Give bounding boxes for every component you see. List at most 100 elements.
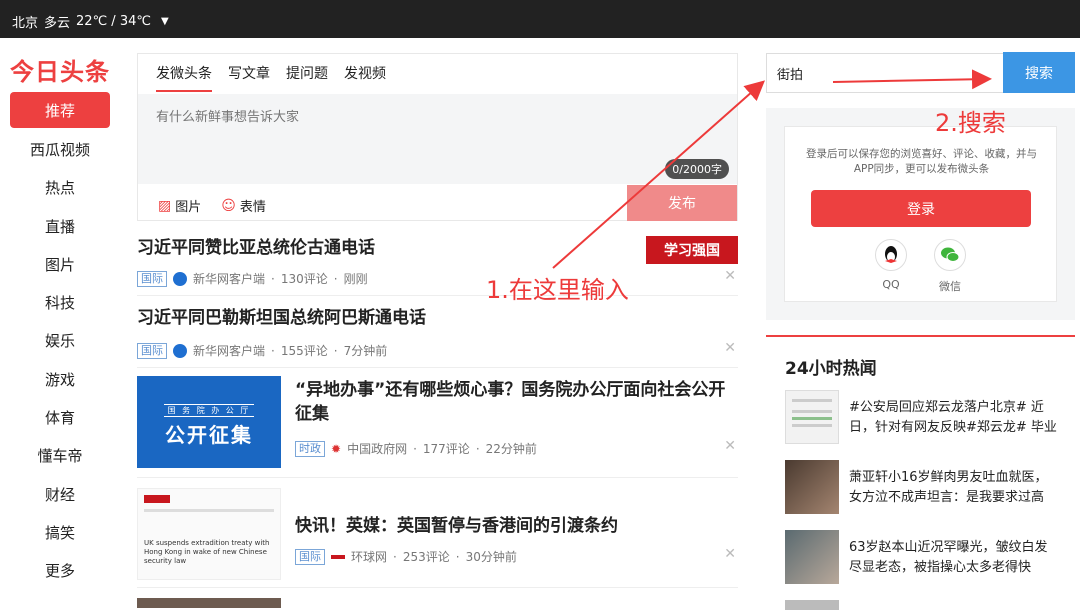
top-bar: 北京 多云 22℃ / 34℃ ▼	[0, 0, 1080, 38]
feed-item-meta: 国际 新华网客户端 · 130评论 · 刚刚	[137, 270, 368, 287]
search-input[interactable]	[766, 53, 1004, 93]
news-feed: 习近平同赞比亚总统伦古通电话 学习强国 国际 新华网客户端 · 130评论 · …	[137, 224, 738, 608]
dismiss-icon[interactable]: ✕	[724, 438, 736, 454]
tab-post-video[interactable]: 发视频	[344, 64, 386, 92]
smiley-icon: ☺	[221, 197, 236, 214]
feed-item-title[interactable]: “异地办事”还有哪些烦心事？国务院办公厅面向社会公开征集	[295, 378, 735, 426]
nav-item-live[interactable]: 直播	[10, 207, 110, 245]
hot-news-title: 24小时热闻	[785, 359, 877, 379]
nav-item-sports[interactable]: 体育	[10, 398, 110, 436]
comment-count[interactable]: 177评论	[423, 440, 470, 457]
login-prompt: 登录后可以保存您的浏览喜好、评论、收藏，并与APP同步，更可以发布微头条	[806, 148, 1037, 175]
nav-item-dongchedi[interactable]: 懂车帝	[10, 437, 110, 475]
weather-widget[interactable]: 北京 多云 22℃ / 34℃ ▼	[12, 12, 169, 31]
add-image-button[interactable]: ▨ 图片	[158, 196, 202, 216]
source-logo-icon: ✹	[331, 441, 342, 456]
login-button[interactable]: 登录	[811, 190, 1031, 227]
wechat-label: 微信	[939, 280, 961, 293]
login-card: 登录后可以保存您的浏览喜好、评论、收藏，并与APP同步，更可以发布微头条 登录 …	[784, 126, 1057, 302]
channel-nav: 推荐 西瓜视频 热点 直播 图片 科技 娱乐 游戏 体育 懂车帝 财经 搞笑 更…	[10, 92, 110, 590]
nav-item-images[interactable]: 图片	[10, 245, 110, 283]
nav-item-tech[interactable]: 科技	[10, 283, 110, 321]
feed-item[interactable]: 国 务 院 办 公 厅 公开征集 “异地办事”还有哪些烦心事？国务院办公厅面向社…	[137, 368, 738, 478]
feed-item-thumbnail[interactable]	[137, 598, 281, 608]
login-panel: 登录后可以保存您的浏览喜好、评论、收藏，并与APP同步，更可以发布微头条 登录 …	[766, 108, 1075, 320]
wechat-login-icon[interactable]	[934, 239, 966, 271]
sky-news-logo	[144, 495, 170, 503]
nav-item-games[interactable]: 游戏	[10, 360, 110, 398]
source-name[interactable]: 中国政府网	[347, 440, 407, 457]
image-icon: ▨	[158, 197, 172, 214]
qq-label: QQ	[882, 278, 900, 291]
publish-button[interactable]: 发布	[627, 185, 737, 221]
source-name[interactable]: 新华网客户端	[193, 342, 265, 359]
weather-condition: 多云	[44, 16, 71, 31]
feed-item[interactable]: UK suspends extradition treaty with Hong…	[137, 478, 738, 588]
qq-login-icon[interactable]	[875, 239, 907, 271]
nav-item-funny[interactable]: 搞笑	[10, 513, 110, 551]
hot-news-thumbnail[interactable]	[785, 460, 839, 514]
hot-news-text[interactable]: 63岁赵本山近况罕曝光，皱纹白发尽显老态，被指操心太多老得快	[849, 538, 1059, 578]
search-button[interactable]: 搜索	[1003, 52, 1075, 93]
logo[interactable]: 今日头条	[10, 52, 110, 87]
category-tag: 国际	[137, 342, 167, 359]
comment-count[interactable]: 130评论	[281, 270, 328, 287]
hot-news-text[interactable]: #公安局回应郑云龙落户北京# 近日，针对有网友反映#郑云龙# 毕业	[849, 398, 1059, 438]
annotation-step1: 1.在这里输入	[486, 276, 629, 304]
publish-time: 22分钟前	[485, 442, 537, 456]
nav-item-hot[interactable]: 热点	[10, 169, 110, 207]
composer-textarea[interactable]	[138, 94, 737, 184]
thumbnail-caption: 国 务 院 办 公 厅	[163, 404, 255, 417]
section-divider	[766, 335, 1075, 337]
thumbnail-nav-bar	[144, 509, 274, 512]
feed-item[interactable]: 习近平同赞比亚总统伦古通电话 学习强国 国际 新华网客户端 · 130评论 · …	[137, 224, 738, 296]
feed-item-title[interactable]: 快讯！英媒：英国暂停与香港间的引渡条约	[295, 514, 618, 538]
source-name[interactable]: 新华网客户端	[193, 270, 265, 287]
composer-tools: ▨ 图片 ☺ 表情	[158, 196, 266, 216]
hot-news-thumbnail[interactable]	[785, 530, 839, 584]
xuexi-qiangguo-banner[interactable]: 学习强国	[646, 236, 738, 264]
add-emoji-label: 表情	[239, 200, 266, 215]
weather-city: 北京	[12, 16, 39, 31]
feed-item-title[interactable]: 习近平同巴勒斯坦国总统阿巴斯通电话	[137, 306, 426, 330]
feed-item-title[interactable]: 习近平同赞比亚总统伦古通电话	[137, 236, 375, 260]
nav-item-xigua-video[interactable]: 西瓜视频	[10, 130, 110, 168]
tab-write-article[interactable]: 写文章	[228, 64, 270, 92]
category-tag: 国际	[295, 548, 325, 565]
dismiss-icon[interactable]: ✕	[724, 546, 736, 562]
category-tag: 时政	[295, 440, 325, 457]
weather-temp: 22℃ / 34℃	[76, 14, 151, 29]
post-composer: 发微头条 写文章 提问题 发视频 0/2000字 ▨ 图片 ☺ 表情 发布	[137, 53, 738, 221]
penguin-icon	[885, 246, 897, 263]
add-image-label: 图片	[175, 200, 202, 215]
publish-time: 30分钟前	[465, 550, 517, 564]
chevron-down-icon[interactable]: ▼	[161, 16, 169, 27]
feed-item-thumbnail[interactable]: 国 务 院 办 公 厅 公开征集	[137, 376, 281, 468]
hot-news-thumbnail[interactable]	[785, 600, 839, 610]
char-counter: 0/2000字	[665, 159, 729, 179]
dismiss-icon[interactable]: ✕	[724, 268, 736, 284]
tab-ask-question[interactable]: 提问题	[286, 64, 328, 92]
composer-tabs: 发微头条 写文章 提问题 发视频	[156, 64, 386, 92]
feed-item[interactable]: 习近平同巴勒斯坦国总统阿巴斯通电话 国际 新华网客户端 · 155评论 · 7分…	[137, 296, 738, 368]
nav-item-entertainment[interactable]: 娱乐	[10, 322, 110, 360]
publish-time: 7分钟前	[343, 344, 388, 358]
tab-micro-post[interactable]: 发微头条	[156, 64, 212, 92]
source-name[interactable]: 环球网	[351, 548, 387, 565]
feed-item-thumbnail[interactable]: UK suspends extradition treaty with Hong…	[137, 488, 281, 580]
category-tag: 国际	[137, 270, 167, 287]
source-logo-icon	[173, 271, 187, 286]
thumbnail-headline: UK suspends extradition treaty with Hong…	[144, 539, 270, 565]
feed-item[interactable]	[137, 588, 738, 608]
feed-item-meta: 国际 新华网客户端 · 155评论 · 7分钟前	[137, 342, 387, 359]
nav-item-more[interactable]: 更多	[10, 552, 110, 590]
nav-item-recommend[interactable]: 推荐	[10, 92, 110, 128]
hot-news-text[interactable]: 萧亚轩小16岁鲜肉男友吐血就医，女方泣不成声坦言：是我要求过高	[849, 468, 1059, 508]
dismiss-icon[interactable]: ✕	[724, 340, 736, 356]
comment-count[interactable]: 155评论	[281, 342, 328, 359]
feed-item-meta: 时政 ✹ 中国政府网 · 177评论 · 22分钟前	[295, 440, 537, 457]
hot-news-thumbnail[interactable]	[785, 390, 839, 444]
comment-count[interactable]: 253评论	[403, 548, 450, 565]
add-emoji-button[interactable]: ☺ 表情	[221, 196, 266, 216]
nav-item-finance[interactable]: 财经	[10, 475, 110, 513]
